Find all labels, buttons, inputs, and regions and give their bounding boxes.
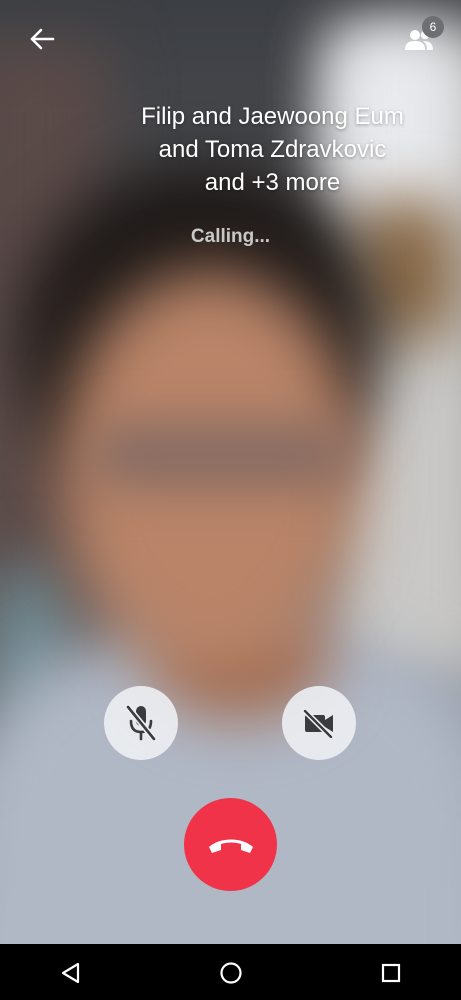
participants-button[interactable]: 6 [398, 16, 448, 58]
person-glasses [90, 420, 350, 490]
end-call-button[interactable] [184, 798, 277, 891]
mute-button[interactable] [104, 686, 178, 760]
call-participants-title: Filip and Jaewoong Eum and Toma Zdravkov… [141, 103, 404, 196]
triangle-back-icon [61, 962, 80, 984]
nav-recents-button[interactable] [376, 958, 406, 988]
system-navigation-bar [0, 944, 461, 1000]
arrow-back-icon [30, 28, 55, 50]
circle-home-icon [220, 962, 242, 984]
mic-off-icon [125, 704, 157, 742]
call-status: Calling... [190, 226, 271, 247]
videocam-off-icon [302, 708, 334, 738]
call-end-icon [208, 839, 253, 853]
participant-count-badge: 6 [422, 16, 444, 38]
square-recent-icon [381, 963, 401, 983]
back-button[interactable] [22, 22, 62, 56]
video-toggle-button[interactable] [282, 686, 356, 760]
nav-back-button[interactable] [56, 958, 86, 988]
nav-home-button[interactable] [216, 958, 246, 988]
